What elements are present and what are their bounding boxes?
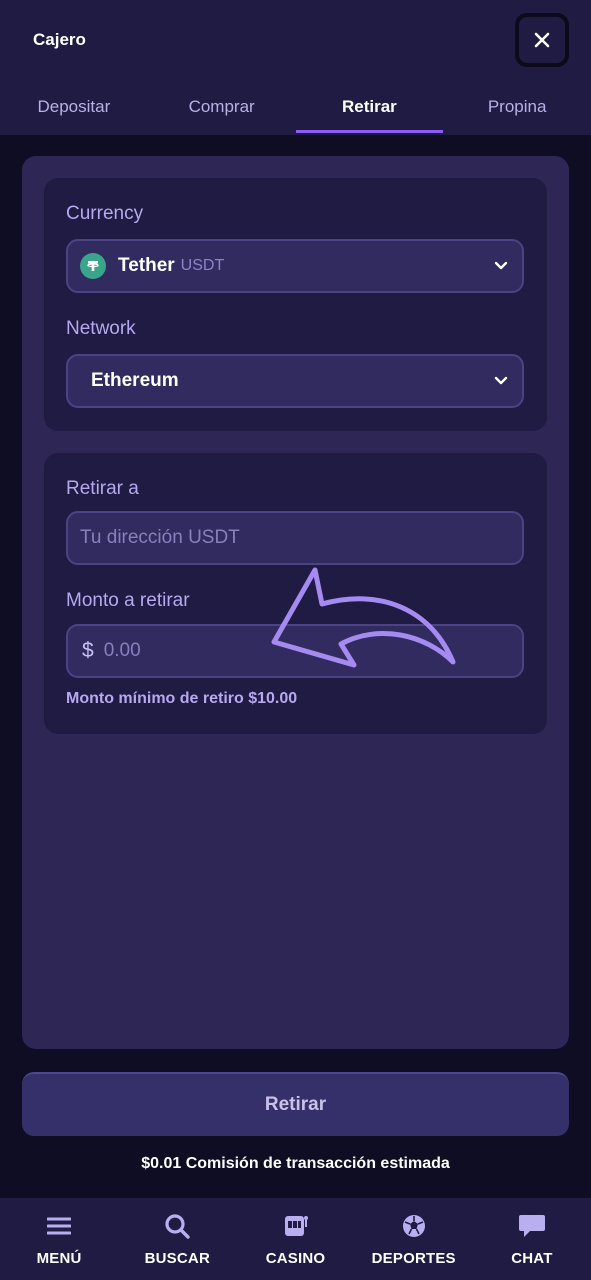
dollar-sign: $ bbox=[82, 639, 94, 662]
chevron-down-icon bbox=[494, 261, 508, 270]
nav-label-menu: MENÚ bbox=[36, 1250, 82, 1267]
tab-propina[interactable]: Propina bbox=[443, 84, 591, 134]
tab-depositar[interactable]: Depositar bbox=[0, 84, 148, 134]
header: Cajero Depositar Comprar Retirar Propina bbox=[0, 0, 591, 135]
search-icon bbox=[163, 1212, 191, 1240]
currency-name: Tether bbox=[118, 255, 175, 276]
tether-icon bbox=[80, 253, 106, 279]
minimum-withdraw-hint: Monto mínimo de retiro $10.00 bbox=[66, 690, 298, 707]
bottom-nav: MENÚ BUSCAR CASINO DEPORTES CHAT bbox=[0, 1198, 591, 1280]
nav-item-chat[interactable]: CHAT bbox=[473, 1198, 591, 1280]
nav-label-chat: CHAT bbox=[511, 1250, 553, 1267]
nav-item-menu[interactable]: MENÚ bbox=[0, 1198, 118, 1280]
withdraw-button[interactable]: Retirar bbox=[22, 1072, 569, 1136]
tab-retirar[interactable]: Retirar bbox=[295, 84, 444, 134]
address-input[interactable] bbox=[68, 513, 522, 563]
page-title: Cajero bbox=[33, 30, 86, 49]
nav-label-casino: CASINO bbox=[265, 1250, 326, 1267]
currency-label: Currency bbox=[66, 203, 144, 224]
currency-code: USDT bbox=[180, 257, 225, 274]
close-button[interactable] bbox=[515, 13, 569, 67]
slot-machine-icon bbox=[282, 1212, 310, 1240]
chevron-down-icon bbox=[494, 376, 508, 385]
nav-item-casino[interactable]: CASINO bbox=[236, 1198, 354, 1280]
tab-bar: Depositar Comprar Retirar Propina bbox=[0, 84, 591, 134]
nav-label-sports: DEPORTES bbox=[371, 1250, 456, 1267]
fee-estimate: $0.01 Comisión de transacción estimada bbox=[141, 1155, 450, 1172]
amount-label: Monto a retirar bbox=[66, 590, 190, 611]
curved-arrow-icon bbox=[271, 567, 456, 668]
network-value: Ethereum bbox=[91, 370, 179, 391]
network-select[interactable]: Ethereum bbox=[66, 354, 524, 408]
withdraw-to-label: Retirar a bbox=[66, 478, 139, 499]
nav-item-sports[interactable]: DEPORTES bbox=[355, 1198, 473, 1280]
currency-select[interactable]: Tether USDT bbox=[66, 239, 524, 293]
nav-item-search[interactable]: BUSCAR bbox=[118, 1198, 236, 1280]
network-label: Network bbox=[66, 318, 136, 339]
address-field[interactable] bbox=[66, 511, 524, 565]
soccer-ball-icon bbox=[400, 1212, 428, 1240]
tab-comprar[interactable]: Comprar bbox=[148, 84, 296, 134]
close-icon bbox=[534, 32, 550, 48]
nav-label-search: BUSCAR bbox=[144, 1250, 210, 1267]
menu-icon bbox=[45, 1212, 73, 1240]
currency-network-card: Currency Tether USDT Network Ethereum bbox=[44, 178, 547, 431]
chat-bubble-icon bbox=[518, 1212, 546, 1240]
